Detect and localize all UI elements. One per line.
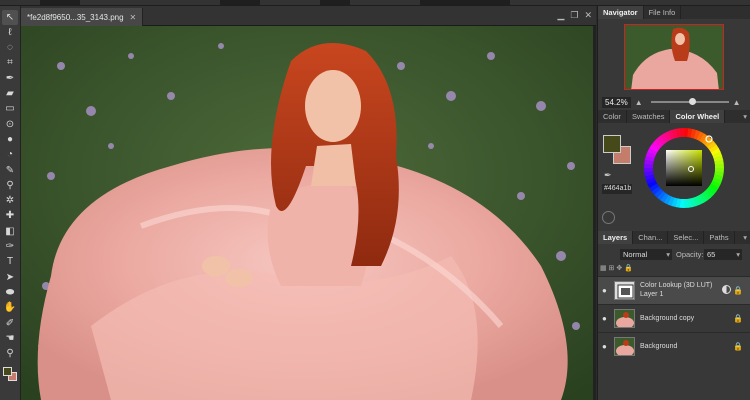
- visibility-eye-icon[interactable]: ●: [602, 314, 607, 323]
- pen-tool-icon[interactable]: ✑: [2, 240, 18, 255]
- document-tab-title: *fe2d8f9650...35_3143.png: [27, 12, 124, 22]
- layer-name: Background: [640, 343, 678, 350]
- foreground-color-box[interactable]: [603, 135, 621, 153]
- tab-navigator[interactable]: Navigator: [598, 6, 644, 19]
- drop-tool-icon[interactable]: ●: [2, 132, 18, 147]
- blend-row: Normal Opacity: 65: [598, 249, 750, 261]
- adjustment-layer-icon: [617, 284, 634, 299]
- photo-editor-window: ↖ ℓ ◌ ⌗ ✒ ▰ ▭ ⊙ ● ◔ ✎ ⚲ ✲ ✚ ◧ ✑ T ➤ ⬬ ✋ ✐ ☚ ⚲ *fe2d8f9650...35…: [0, 0, 750, 400]
- move-tool-icon[interactable]: ↖: [2, 10, 18, 25]
- photo-image: [21, 26, 593, 400]
- lock-icon: 🔒: [733, 286, 743, 295]
- shape-tool-icon[interactable]: ⬬: [2, 285, 18, 300]
- option-field[interactable]: [40, 0, 80, 5]
- layer-mask-icon[interactable]: [722, 285, 731, 294]
- zoom-out-icon[interactable]: ▲: [635, 98, 643, 107]
- healing-tool-icon[interactable]: ✚: [2, 209, 18, 224]
- window-controls: ▁ ❐ ✕: [557, 10, 592, 21]
- hand-tool-icon[interactable]: ✋: [2, 301, 18, 316]
- image-canvas[interactable]: [21, 26, 593, 400]
- tab-layers[interactable]: Layers: [598, 231, 634, 244]
- gradient-tool-icon[interactable]: ◧: [2, 224, 18, 239]
- visibility-eye-icon[interactable]: ●: [602, 286, 607, 295]
- eyedropper-icon[interactable]: ✒: [604, 170, 612, 181]
- layer-row[interactable]: ● Background 🔒: [598, 332, 750, 360]
- rectangle-tool-icon[interactable]: ▭: [2, 102, 18, 117]
- layer-title: Color Lookup (3D LUT): [640, 282, 713, 289]
- layer-thumbnail: [614, 281, 635, 300]
- quick-select-tool-icon[interactable]: ◌: [2, 41, 18, 56]
- layers-tabs: Layers Chan... Selec... Paths ▾: [598, 231, 750, 244]
- brush-tool-icon[interactable]: ✎: [2, 163, 18, 178]
- color-wheel-graphic: [644, 128, 724, 208]
- path-select-tool-icon[interactable]: ➤: [2, 270, 18, 285]
- vertical-scrollbar[interactable]: [593, 26, 596, 400]
- eraser-tool-icon[interactable]: ▰: [2, 87, 18, 102]
- tab-color[interactable]: Color: [598, 110, 627, 123]
- zoom-level-field[interactable]: 54.2%: [602, 96, 631, 108]
- option-field[interactable]: [420, 0, 510, 5]
- gamut-warning-icon: [602, 211, 615, 224]
- zoom-tool-icon[interactable]: ⚲: [2, 347, 18, 362]
- lock-icon: 🔒: [733, 342, 743, 351]
- opacity-field[interactable]: 65: [704, 249, 742, 260]
- tab-selections[interactable]: Selec...: [668, 231, 705, 244]
- clone-stamp-tool-icon[interactable]: ⚲: [2, 178, 18, 193]
- right-panels: Navigator File Info 54.2% ▲ ▲ Color Swat…: [597, 6, 750, 400]
- layer-thumbnail-image: [615, 338, 634, 355]
- lock-icon: 🔒: [733, 314, 743, 323]
- close-tab-icon[interactable]: ✕: [130, 13, 137, 22]
- option-field[interactable]: [320, 0, 350, 5]
- navigator-tabs: Navigator File Info: [598, 6, 750, 19]
- navigator-thumbnail[interactable]: [624, 24, 724, 90]
- zoom-row: 54.2% ▲ ▲: [602, 96, 748, 108]
- color-wheel[interactable]: [643, 127, 725, 209]
- zoom-slider-knob[interactable]: [688, 98, 696, 105]
- hex-color-field[interactable]: #464a1b: [602, 184, 632, 194]
- type-tool-icon[interactable]: T: [2, 255, 18, 270]
- color-sampler-tool-icon[interactable]: ✐: [2, 316, 18, 331]
- tab-channels[interactable]: Chan...: [633, 231, 669, 244]
- panel-menu-icon[interactable]: ▾: [743, 110, 750, 123]
- layer-subtitle: Layer 1: [640, 291, 664, 298]
- tab-file-info[interactable]: File Info: [644, 6, 682, 19]
- zoom-in-icon[interactable]: ▲: [733, 98, 741, 107]
- visibility-eye-icon[interactable]: ●: [602, 342, 607, 351]
- lasso-tool-icon[interactable]: ℓ: [2, 25, 18, 40]
- layer-row[interactable]: ● Color Lookup (3D LUT) Layer 1 🔒: [598, 276, 750, 304]
- layer-thumbnail: [614, 337, 635, 356]
- tab-paths[interactable]: Paths: [704, 231, 735, 244]
- layer-thumbnail: [614, 309, 635, 328]
- restore-icon[interactable]: ❐: [570, 10, 578, 21]
- lock-options-icons[interactable]: ▦ ⊞ ✥ 🔒: [600, 264, 633, 274]
- document-tab-bar: *fe2d8f9650...35_3143.png ✕ ▁ ❐ ✕: [21, 6, 596, 26]
- color-tabs: Color Swatches Color Wheel ▾: [598, 110, 750, 123]
- document-tab[interactable]: *fe2d8f9650...35_3143.png ✕: [21, 8, 144, 26]
- close-window-icon[interactable]: ✕: [584, 10, 592, 21]
- layer-name: Color Lookup (3D LUT) Layer 1: [640, 281, 712, 299]
- smudge-tool-icon[interactable]: ⊙: [2, 117, 18, 132]
- layer-name: Background copy: [640, 315, 695, 322]
- tab-swatches[interactable]: Swatches: [627, 110, 671, 123]
- eyedropper-tool-icon[interactable]: ✒: [2, 71, 18, 86]
- tab-color-wheel[interactable]: Color Wheel: [670, 110, 726, 123]
- navigator-thumbnail-image: [625, 25, 723, 89]
- option-field[interactable]: [220, 0, 260, 5]
- lock-row: ▦ ⊞ ✥ 🔒: [600, 264, 750, 274]
- zoom-slider[interactable]: [650, 98, 729, 105]
- toolbox: ↖ ℓ ◌ ⌗ ✒ ▰ ▭ ⊙ ● ◔ ✎ ⚲ ✲ ✚ ◧ ✑ T ➤ ⬬ ✋ ✐ ☚ ⚲: [0, 6, 21, 400]
- layer-thumbnail-image: [615, 310, 634, 327]
- hand-pan-tool-icon[interactable]: ☚: [2, 331, 18, 346]
- layer-row[interactable]: ● Background copy 🔒: [598, 304, 750, 332]
- dodge-tool-icon[interactable]: ◔: [2, 148, 18, 163]
- layers-menu-icon[interactable]: ▾: [743, 231, 750, 244]
- minimize-icon[interactable]: ▁: [557, 10, 564, 21]
- blend-mode-select[interactable]: Normal: [620, 249, 672, 260]
- foreground-color-swatch[interactable]: [3, 367, 12, 376]
- crop-tool-icon[interactable]: ⌗: [2, 56, 18, 71]
- warp-tool-icon[interactable]: ✲: [2, 194, 18, 209]
- opacity-label: Opacity:: [676, 250, 704, 259]
